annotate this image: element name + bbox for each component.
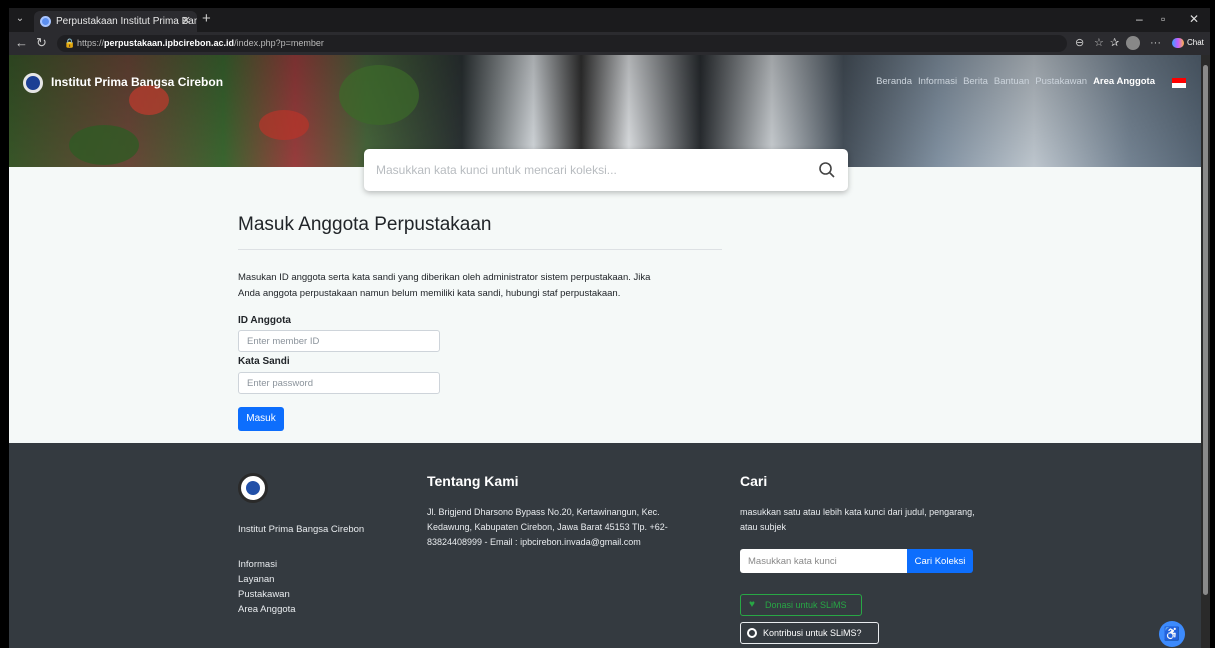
url-prefix: https:// bbox=[77, 38, 105, 48]
main-navigation: Beranda Informasi Berita Bantuan Pustaka… bbox=[876, 75, 1179, 89]
login-description: Masukan ID anggota serta kata sandi yang… bbox=[238, 272, 651, 299]
minimize-icon[interactable]: – bbox=[1136, 12, 1143, 26]
favorite-star-icon[interactable]: ☆ bbox=[1094, 36, 1104, 50]
footer-link-pustakawan[interactable]: Pustakawan bbox=[238, 587, 296, 602]
close-window-icon[interactable]: ✕ bbox=[1189, 12, 1199, 26]
member-id-label: ID Anggota bbox=[238, 315, 291, 326]
restore-icon[interactable]: ▫ bbox=[1161, 12, 1165, 26]
footer-search-button[interactable]: Cari Koleksi bbox=[907, 549, 973, 573]
banner-tree-decoration bbox=[339, 65, 419, 125]
url-host: perpustakaan.ipbcirebon.ac.id bbox=[104, 38, 235, 48]
about-heading: Tentang Kami bbox=[427, 473, 519, 489]
site-favicon-icon bbox=[40, 16, 51, 27]
collection-search-box bbox=[364, 149, 848, 191]
banner-tree-decoration bbox=[69, 125, 139, 165]
back-icon[interactable]: ← bbox=[15, 35, 28, 51]
nav-item-area-anggota[interactable]: Area Anggota bbox=[1093, 75, 1155, 89]
collection-search-input[interactable] bbox=[376, 159, 796, 181]
github-icon bbox=[747, 628, 757, 638]
donate-label: Donasi untuk SLiMS bbox=[765, 600, 847, 610]
more-menu-icon[interactable]: ··· bbox=[1150, 36, 1161, 50]
web-page: Institut Prima Bangsa Cirebon Beranda In… bbox=[9, 55, 1201, 648]
login-button[interactable]: Masuk bbox=[238, 407, 284, 431]
site-brand[interactable]: Institut Prima Bangsa Cirebon bbox=[23, 73, 224, 93]
reader-icon[interactable]: ⊖ bbox=[1075, 36, 1084, 50]
password-field[interactable] bbox=[238, 372, 440, 394]
footer-search-heading: Cari bbox=[740, 473, 768, 489]
language-flag-icon[interactable] bbox=[1172, 78, 1186, 88]
contribute-button[interactable]: Kontribusi untuk SLiMS? bbox=[740, 622, 879, 644]
nav-item-bantuan[interactable]: Bantuan bbox=[994, 75, 1029, 89]
institution-logo-icon bbox=[23, 73, 43, 93]
page-title: Masuk Anggota Perpustakaan bbox=[238, 214, 492, 235]
browser-window: ⌄ Perpustakaan Institut Prima Bangsa ✕ +… bbox=[9, 8, 1210, 648]
tab-actions-icon[interactable]: ⌄ bbox=[13, 12, 27, 26]
profile-avatar[interactable] bbox=[1126, 36, 1140, 50]
copilot-chat-button[interactable]: Chat bbox=[1172, 35, 1204, 51]
about-text: Jl. Brigjend Dharsono Bypass No.20, Kert… bbox=[427, 507, 668, 547]
heart-icon: ♥ bbox=[749, 599, 755, 610]
search-icon[interactable] bbox=[818, 161, 836, 179]
footer-link-informasi[interactable]: Informasi bbox=[238, 557, 296, 572]
site-info-icon[interactable]: 🔒 bbox=[64, 35, 75, 52]
accessibility-icon[interactable]: ♿ bbox=[1159, 621, 1185, 647]
address-bar-row: ← ↻ 🔒 https://perpustakaan.ipbcirebon.ac… bbox=[9, 32, 1210, 55]
banner-flower-decoration bbox=[259, 110, 309, 140]
footer-link-area-anggota[interactable]: Area Anggota bbox=[238, 602, 296, 617]
page-scrollbar[interactable] bbox=[1201, 55, 1210, 648]
nav-item-berita[interactable]: Berita bbox=[963, 75, 988, 89]
footer-links: Informasi Layanan Pustakawan Area Anggot… bbox=[238, 557, 296, 617]
tab-bar: ⌄ Perpustakaan Institut Prima Bangsa ✕ +… bbox=[9, 8, 1210, 32]
new-tab-icon[interactable]: + bbox=[202, 10, 211, 28]
nav-item-pustakawan[interactable]: Pustakawan bbox=[1035, 75, 1087, 89]
footer-logo-icon bbox=[238, 473, 268, 503]
tab-title: Perpustakaan Institut Prima Bangsa bbox=[56, 16, 197, 27]
favorites-icon[interactable]: ✰ bbox=[1110, 36, 1119, 50]
scrollbar-thumb[interactable] bbox=[1203, 65, 1208, 595]
close-tab-icon[interactable]: ✕ bbox=[182, 11, 191, 32]
refresh-icon[interactable]: ↻ bbox=[36, 35, 47, 51]
member-id-field[interactable] bbox=[238, 330, 440, 352]
footer-link-layanan[interactable]: Layanan bbox=[238, 572, 296, 587]
donate-button[interactable]: ♥ Donasi untuk SLiMS bbox=[740, 594, 862, 616]
title-divider bbox=[238, 249, 722, 250]
contribute-label: Kontribusi untuk SLiMS? bbox=[763, 628, 862, 638]
address-bar[interactable]: 🔒 https://perpustakaan.ipbcirebon.ac.id/… bbox=[57, 35, 1067, 52]
url-path: /index.php?p=member bbox=[234, 38, 324, 48]
footer-search-text: masukkan satu atau lebih kata kunci dari… bbox=[740, 507, 975, 532]
brand-name: Institut Prima Bangsa Cirebon bbox=[51, 75, 224, 89]
nav-item-informasi[interactable]: Informasi bbox=[918, 75, 957, 89]
footer-search-input[interactable] bbox=[740, 549, 907, 573]
site-footer: Institut Prima Bangsa Cirebon Informasi … bbox=[9, 443, 1201, 648]
browser-tab[interactable]: Perpustakaan Institut Prima Bangsa ✕ bbox=[34, 11, 197, 32]
nav-item-beranda[interactable]: Beranda bbox=[876, 75, 912, 89]
password-label: Kata Sandi bbox=[238, 356, 290, 367]
footer-institution-name: Institut Prima Bangsa Cirebon bbox=[238, 524, 365, 535]
